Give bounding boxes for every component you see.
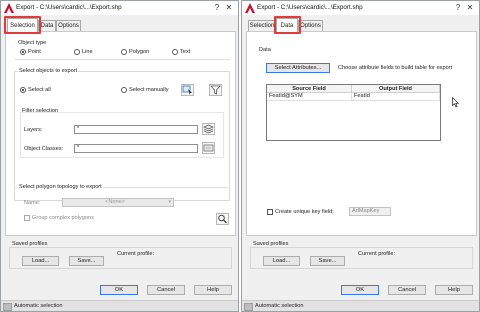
window-title: Export - C:\Users\cardic\...\Export.shp xyxy=(16,4,122,11)
object-classes-label: Object Classes: xyxy=(24,146,64,152)
filter-funnel-icon xyxy=(210,85,221,95)
radio-select-all[interactable] xyxy=(20,87,26,93)
status-indicator-icon xyxy=(244,303,253,311)
object-class-icon xyxy=(203,144,214,152)
tab-options[interactable]: Options xyxy=(298,20,323,31)
unique-key-label: Create unique key field: xyxy=(275,209,334,215)
object-classes-picker-button[interactable] xyxy=(202,142,215,154)
export-dialog-selection: Export - C:\Users\cardic\...\Export.shp … xyxy=(0,0,239,312)
radio-line[interactable] xyxy=(74,49,80,55)
unique-key-input[interactable]: AdMapKey xyxy=(349,207,391,216)
tab-selection[interactable]: Selection xyxy=(248,20,276,31)
tab-options[interactable]: Options xyxy=(56,20,81,31)
current-profile-label: Current profile: xyxy=(358,251,395,257)
group-complex-polygons-checkbox[interactable] xyxy=(24,215,30,221)
radio-text-label: Text xyxy=(180,49,191,55)
topology-name-value: <None> xyxy=(105,199,125,205)
object-classes-input[interactable]: * xyxy=(74,144,198,153)
title-bar[interactable]: Export - C:\Users\cardic\...\Export.shp … xyxy=(242,1,479,15)
help-button[interactable]: Help xyxy=(435,285,473,295)
pick-objects-button[interactable] xyxy=(181,84,194,96)
cancel-button[interactable]: Cancel xyxy=(388,285,426,295)
table-cell-output[interactable]: FeatId xyxy=(352,93,440,101)
autocad-app-icon xyxy=(4,3,14,13)
header-output-field[interactable]: Output Field xyxy=(352,85,440,93)
header-source-field[interactable]: Source Field xyxy=(267,85,352,93)
object-type-label: Object type xyxy=(18,40,47,46)
chevron-down-icon: ▾ xyxy=(168,199,171,205)
radio-polygon-label: Polygon xyxy=(129,49,150,55)
topology-name-label: Name: xyxy=(24,200,41,206)
tab-data[interactable]: Data xyxy=(38,20,56,31)
tab-selection[interactable]: Selection xyxy=(7,18,38,32)
layers-input[interactable]: * xyxy=(74,125,198,134)
help-button[interactable]: Help xyxy=(194,285,232,295)
help-icon[interactable]: ? xyxy=(211,2,223,14)
title-bar[interactable]: Export - C:\Users\cardic\...\Export.shp … xyxy=(1,1,238,15)
export-dialog-data: Export - C:\Users\cardic\...\Export.shp … xyxy=(241,0,480,312)
topology-label: Select polygon topology to export xyxy=(18,184,103,190)
tab-data[interactable]: Data xyxy=(276,18,298,32)
pick-objects-icon xyxy=(182,85,192,95)
radio-polygon[interactable] xyxy=(121,49,127,55)
topology-zoom-button[interactable] xyxy=(216,213,229,225)
table-cell-source[interactable]: FeatId@SYM xyxy=(267,93,352,101)
radio-select-all-label: Select all xyxy=(28,87,51,93)
ok-button[interactable]: OK xyxy=(100,285,138,295)
radio-select-manually[interactable] xyxy=(121,87,127,93)
current-profile-label: Current profile: xyxy=(117,251,154,257)
unique-key-checkbox[interactable] xyxy=(267,209,273,215)
radio-point-label: Point xyxy=(28,49,41,55)
autocad-app-icon xyxy=(245,3,255,13)
status-bar: Automatic selection xyxy=(1,300,238,311)
status-indicator-icon xyxy=(3,303,12,311)
attribute-table: Source Field Output Field FeatId@SYM Fea… xyxy=(266,84,441,141)
topology-group xyxy=(14,187,230,231)
save-profile-button[interactable]: Save... xyxy=(69,256,104,266)
data-panel: Data Select Attributes... Choose attribu… xyxy=(246,31,477,236)
status-bar: Automatic selection xyxy=(242,300,479,311)
select-attributes-description: Choose attribute fields to build table f… xyxy=(338,65,453,71)
group-complex-polygons-label: Group complex polygons xyxy=(32,215,94,221)
layers-picker-button[interactable] xyxy=(202,123,215,135)
load-profile-button[interactable]: Load... xyxy=(22,256,59,266)
save-profile-button[interactable]: Save... xyxy=(310,256,345,266)
quick-select-button[interactable] xyxy=(209,84,222,96)
select-objects-label: Select objects to export xyxy=(18,68,79,74)
select-attributes-button[interactable]: Select Attributes... xyxy=(266,63,330,73)
status-text: Automatic selection xyxy=(14,303,63,309)
magnifier-icon xyxy=(218,214,227,224)
close-icon[interactable]: ✕ xyxy=(223,2,235,14)
layers-label: Layers: xyxy=(24,127,43,133)
layers-icon xyxy=(203,124,214,134)
radio-text[interactable] xyxy=(172,49,178,55)
ok-button[interactable]: OK xyxy=(341,285,379,295)
window-title: Export - C:\Users\cardic\...\Export.shp xyxy=(257,4,363,11)
radio-select-manually-label: Select manually xyxy=(129,87,169,93)
status-text: Automatic selection xyxy=(255,303,304,309)
selection-panel: Object type Point Line Polygon Text Sele… xyxy=(5,31,236,236)
mouse-cursor-icon xyxy=(452,97,459,108)
load-profile-button[interactable]: Load... xyxy=(263,256,300,266)
cancel-button[interactable]: Cancel xyxy=(147,285,185,295)
close-icon[interactable]: ✕ xyxy=(464,2,476,14)
topology-name-combo[interactable]: <None> ▾ xyxy=(62,198,174,207)
radio-line-label: Line xyxy=(82,49,93,55)
help-icon[interactable]: ? xyxy=(452,2,464,14)
radio-point[interactable] xyxy=(20,49,26,55)
data-label: Data xyxy=(259,47,271,53)
